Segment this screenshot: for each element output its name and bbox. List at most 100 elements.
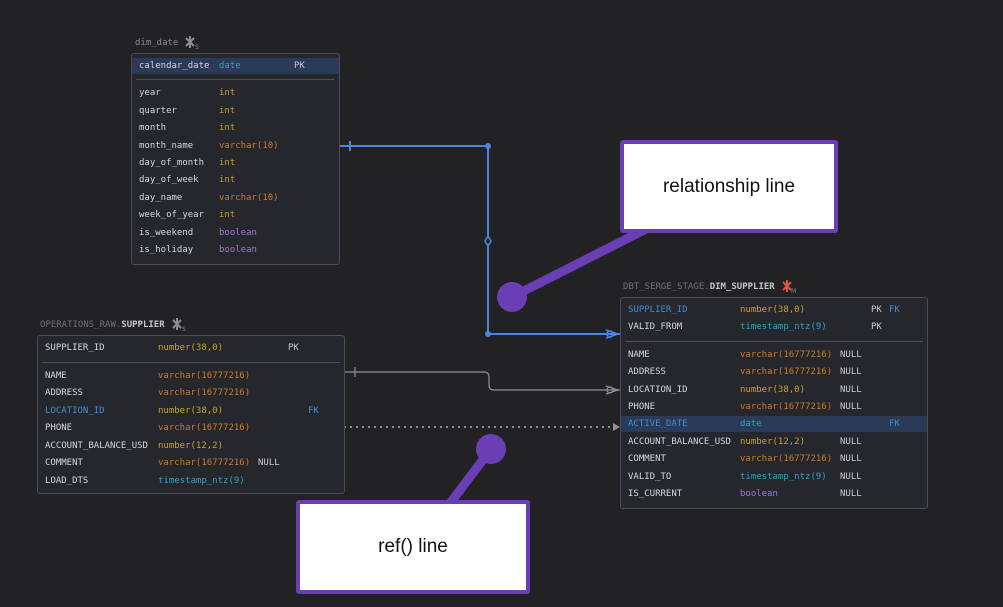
column-row[interactable]: ADDRESS varchar(16777216) [38, 385, 344, 401]
column-name: NAME [45, 370, 67, 381]
column-name: VALID_FROM [628, 322, 683, 333]
column-row[interactable]: COMMENT varchar(16777216) NULL [38, 455, 344, 471]
supplier-relationship-line[interactable] [344, 371, 620, 391]
table-title-supplier[interactable]: OPERATIONS_RAW. SUPPLIER S [40, 318, 187, 332]
column-row[interactable]: day_of_week int [132, 172, 339, 188]
column-name: is_weekend [139, 227, 194, 238]
column-type: number(38,0) [158, 343, 224, 353]
column-type: varchar(16777216) [740, 402, 833, 412]
column-name: day_of_week [139, 175, 199, 186]
foreign-key-badge: FK [889, 305, 900, 315]
schema-name: DBT_SERGE_STAGE. [623, 282, 710, 292]
column-name: ACCOUNT_BALANCE_USD [45, 440, 148, 451]
column-type: date [740, 419, 762, 430]
nullable-flag: NULL [840, 384, 862, 395]
column-type: boolean [219, 245, 257, 255]
column-row[interactable]: day_of_month int [132, 155, 339, 171]
column-name: SUPPLIER_ID [45, 343, 105, 353]
column-name: year [139, 88, 161, 99]
column-row[interactable]: PHONE varchar(16777216) [38, 420, 344, 436]
column-type: varchar(16777216) [158, 388, 251, 398]
line-handle-icon[interactable] [484, 234, 492, 248]
column-name: ADDRESS [45, 388, 83, 398]
column-row[interactable]: is_weekend boolean [132, 225, 339, 241]
column-row[interactable]: quarter int [132, 103, 339, 119]
column-row[interactable]: day_name varchar(10) [132, 190, 339, 206]
column-row[interactable]: month int [132, 120, 339, 136]
column-type: timestamp_ntz(9) [740, 322, 827, 333]
column-type: varchar(16777216) [158, 370, 251, 381]
callout-pointer-dot [476, 434, 506, 464]
column-row[interactable]: calendar_date date PK [132, 58, 339, 74]
column-type: varchar(16777216) [740, 349, 833, 360]
column-row[interactable]: year int [132, 85, 339, 101]
column-row[interactable]: SUPPLIER_ID number(38,0) PK FK [621, 302, 927, 318]
column-row[interactable]: ACTIVE_DATE date FK [621, 416, 927, 433]
foreign-key-badge: FK [308, 405, 319, 416]
column-name: day_name [139, 192, 183, 203]
primary-key-badge: PK [871, 322, 882, 333]
column-row[interactable]: ADDRESS varchar(16777216) NULL [621, 364, 927, 380]
column-row[interactable]: ACCOUNT_BALANCE_USD number(12,2) NULL [621, 434, 927, 450]
column-row[interactable]: NAME varchar(16777216) [38, 368, 344, 384]
nullable-flag: NULL [840, 402, 862, 412]
nullable-flag: NULL [840, 471, 862, 482]
column-type: number(12,2) [740, 436, 806, 447]
column-row[interactable]: SUPPLIER_ID number(38,0) PK [38, 340, 344, 356]
column-row[interactable]: LOAD_DTS timestamp_ntz(9) [38, 473, 344, 489]
column-type: varchar(16777216) [740, 454, 833, 465]
key-separator [42, 361, 340, 363]
column-name: LOAD_DTS [45, 475, 89, 486]
table-title-dim-supplier[interactable]: DBT_SERGE_STAGE. DIM_SUPPLIER M [623, 280, 797, 294]
snowflake-icon: S [185, 36, 199, 50]
column-type: varchar(16777216) [740, 367, 833, 378]
ref-line-arrow-icon [613, 423, 620, 431]
line-bend-dot [485, 331, 491, 337]
column-name: is_holiday [139, 245, 194, 255]
table-name: SUPPLIER [121, 320, 165, 330]
column-name: VALID_TO [628, 471, 672, 482]
column-name: LOCATION_ID [45, 405, 105, 416]
column-row[interactable]: LOCATION_ID number(38,0) FK [38, 403, 344, 419]
column-row[interactable]: week_of_year int [132, 207, 339, 223]
table-dim-supplier[interactable]: SUPPLIER_ID number(38,0) PK FK VALID_FROM tim… [620, 297, 928, 509]
column-type: int [219, 88, 236, 99]
nullable-flag: NULL [258, 458, 280, 468]
column-type: varchar(16777216) [158, 423, 251, 433]
column-type: int [219, 175, 236, 186]
column-row[interactable]: month_name varchar(10) [132, 138, 339, 154]
key-separator [625, 340, 923, 342]
relationship-line[interactable] [339, 145, 620, 335]
column-name: ADDRESS [628, 367, 666, 378]
column-type: varchar(10) [219, 192, 279, 203]
column-type: number(38,0) [740, 305, 806, 315]
column-row[interactable]: IS_CURRENT boolean NULL [621, 486, 927, 502]
column-row[interactable]: COMMENT varchar(16777216) NULL [621, 451, 927, 467]
primary-key-badge: PK [294, 61, 305, 71]
nullable-flag: NULL [840, 454, 862, 465]
column-row[interactable]: NAME varchar(16777216) NULL [621, 347, 927, 363]
line-bend-dot [485, 143, 491, 149]
column-row[interactable]: VALID_TO timestamp_ntz(9) NULL [621, 469, 927, 485]
column-type: number(12,2) [158, 440, 224, 451]
snowflake-icon: S [171, 318, 186, 332]
table-supplier[interactable]: SUPPLIER_ID number(38,0) PK NAME varchar(167… [37, 335, 345, 494]
column-type: int [219, 210, 236, 221]
column-name: month [139, 123, 167, 134]
column-row[interactable]: PHONE varchar(16777216) NULL [621, 399, 927, 415]
column-type: date [219, 61, 241, 71]
column-row[interactable]: ACCOUNT_BALANCE_USD number(12,2) [38, 438, 344, 454]
column-type: number(38,0) [158, 405, 224, 416]
foreign-key-badge: FK [889, 419, 900, 430]
column-name: ACCOUNT_BALANCE_USD [628, 436, 731, 447]
column-row[interactable]: LOCATION_ID number(38,0) NULL [621, 382, 927, 398]
column-row[interactable]: VALID_FROM timestamp_ntz(9) PK [621, 319, 927, 335]
nullable-flag: NULL [840, 489, 862, 499]
table-title-dim-date[interactable]: dim_date S [135, 36, 200, 50]
column-name: COMMENT [628, 454, 666, 465]
table-dim-date[interactable]: calendar_date date PK year int quarter int mont… [131, 53, 340, 265]
model-icon: M [782, 280, 796, 294]
column-row[interactable]: is_holiday boolean [132, 242, 339, 258]
key-separator [136, 79, 335, 81]
column-type: varchar(10) [219, 140, 279, 151]
